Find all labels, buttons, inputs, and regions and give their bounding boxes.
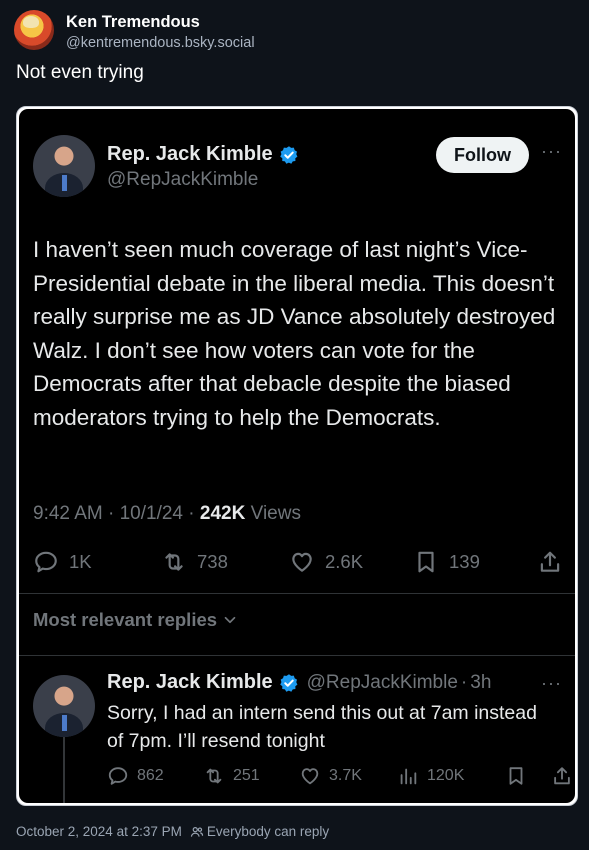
reply-icon <box>35 551 57 573</box>
author-name[interactable]: Ken Tremendous <box>66 11 255 33</box>
reply-views-action: 120K <box>397 765 464 787</box>
tweet-date: 10/1/24 <box>119 503 184 524</box>
post-text: Not even trying <box>16 62 144 83</box>
tweet-author-name: Rep. Jack Kimble <box>107 143 273 165</box>
thread-line <box>63 737 65 803</box>
repost-action: 738 <box>161 549 228 575</box>
reply-share-action <box>551 765 575 787</box>
reply-name-row: Rep. Jack Kimble @RepJackKimble · 3h <box>107 671 491 694</box>
repost-icon <box>206 768 222 784</box>
share-icon <box>554 767 570 785</box>
chevron-down-icon <box>224 616 236 624</box>
people-icon <box>190 826 203 837</box>
bookmark-icon <box>418 551 434 573</box>
tweet-meta: 9:42 AM · 10/1/24 · 242K Views <box>33 503 301 524</box>
follow-button: Follow <box>436 137 529 173</box>
reply-bookmark-action <box>505 765 535 787</box>
relevant-replies-label: Most relevant replies <box>33 609 218 630</box>
reply-like-count: 3.7K <box>329 767 362 784</box>
views-chart-icon <box>400 768 417 785</box>
tweet-body: I haven’t seen much coverage of last nig… <box>33 237 556 430</box>
bookmark-action: 139 <box>413 549 480 575</box>
reply-avatar <box>33 675 95 737</box>
reply-text: Sorry, I had an intern send this out at … <box>107 702 537 752</box>
author-block: Ken Tremendous @kentremendous.bsky.socia… <box>66 11 255 53</box>
tweet-time: 9:42 AM <box>33 503 103 524</box>
post-footer: October 2, 2024 at 2:37 PM Everybody can… <box>16 824 329 839</box>
reply-count: 1K <box>69 551 92 572</box>
verified-badge-icon <box>279 145 298 164</box>
tweet-card: Rep. Jack Kimble @RepJackKimble Follow ·… <box>19 109 575 803</box>
reply-reply-count: 862 <box>137 767 164 784</box>
reply-views-count: 120K <box>427 767 465 784</box>
reply-reply-action: 862 <box>107 765 164 787</box>
like-count: 2.6K <box>325 551 364 572</box>
like-action: 2.6K <box>289 549 363 575</box>
repost-icon <box>165 553 183 571</box>
bookmark-icon <box>509 767 523 785</box>
views-label: Views <box>250 503 301 524</box>
reply-repost-action: 251 <box>203 765 260 787</box>
reply-actions: 862 251 3.7K 120K <box>107 765 570 791</box>
repost-count: 738 <box>197 551 228 572</box>
heart-icon <box>292 552 312 572</box>
post-timestamp[interactable]: October 2, 2024 at 2:37 PM <box>16 824 182 839</box>
reply-author-name: Rep. Jack Kimble <box>107 671 273 693</box>
bookmark-count: 139 <box>449 551 480 572</box>
reply-age: 3h <box>470 671 492 693</box>
tweet-author-handle: @RepJackKimble <box>107 169 259 190</box>
sort-replies-label: Most relevant replies <box>33 609 239 631</box>
author-handle[interactable]: @kentremendous.bsky.social <box>66 33 255 53</box>
reply-action: 1K <box>33 549 92 575</box>
reply-setting[interactable]: Everybody can reply <box>207 824 329 839</box>
embedded-image[interactable]: Rep. Jack Kimble @RepJackKimble Follow ·… <box>16 106 578 806</box>
separator-dot: · <box>460 671 468 693</box>
reply-more-options-icon: ··· <box>541 673 562 693</box>
heart-icon <box>301 768 319 785</box>
verified-badge-icon <box>279 673 298 692</box>
tweet-name-row: Rep. Jack Kimble <box>107 143 299 166</box>
divider <box>19 655 575 656</box>
tweet-actions: 1K 738 2.6K 139 <box>33 549 565 581</box>
post-header: Ken Tremendous @kentremendous.bsky.socia… <box>14 10 255 53</box>
reply-like-action: 3.7K <box>299 765 362 787</box>
author-avatar[interactable] <box>14 10 54 50</box>
views-count: 242K <box>199 503 246 524</box>
more-options-icon: ··· <box>541 141 562 161</box>
reply-repost-count: 251 <box>233 767 260 784</box>
tweet-avatar <box>33 135 95 197</box>
share-icon <box>540 551 560 572</box>
reply-icon <box>108 767 128 785</box>
reply-author-handle: @RepJackKimble <box>306 671 458 693</box>
divider <box>19 593 575 594</box>
share-action <box>537 549 573 575</box>
